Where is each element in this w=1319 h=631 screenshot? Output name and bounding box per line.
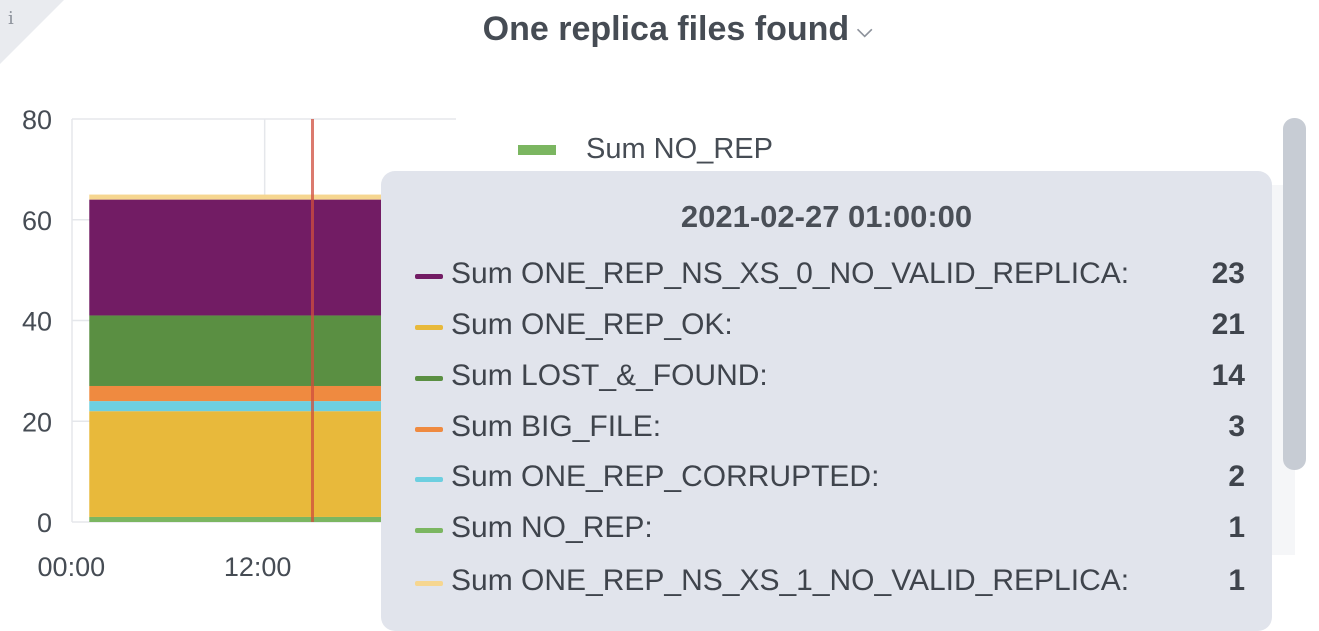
series-swatch [415, 477, 443, 482]
tooltip-row: Sum ONE_REP_CORRUPTED: 2 [415, 455, 1245, 505]
tooltip-row: Sum NO_REP: 1 [415, 506, 1245, 556]
stacked-bar-segment [89, 401, 409, 412]
y-tick-label: 80 [22, 105, 52, 135]
tooltip-series-name: Sum LOST_&_FOUND: [451, 359, 768, 392]
series-swatch [415, 581, 443, 586]
series-swatch [415, 274, 443, 279]
tooltip-row: Sum ONE_REP_OK: 21 [415, 303, 1245, 353]
tooltip-series-name: Sum ONE_REP_CORRUPTED: [451, 460, 880, 493]
legend-label: Sum NO_REP [586, 133, 773, 165]
series-swatch [415, 325, 443, 330]
series-swatch [415, 376, 443, 381]
stacked-bar-segment [89, 411, 409, 517]
x-tick-label: 12:00 [224, 552, 292, 582]
series-swatch [415, 528, 443, 533]
stacked-bar-segment [89, 516, 409, 522]
tooltip-series-value: 14 [1211, 359, 1245, 392]
tooltip-row: Sum BIG_FILE: 3 [415, 405, 1245, 455]
tooltip-series-name: Sum ONE_REP_OK: [451, 308, 733, 341]
tooltip-series-value: 2 [1228, 460, 1245, 493]
series-swatch [415, 427, 443, 432]
stacked-bar-segment [89, 315, 409, 386]
tooltip-series-name: Sum ONE_REP_NS_XS_1_NO_VALID_REPLICA: [451, 564, 1130, 597]
tooltip-row: Sum ONE_REP_NS_XS_1_NO_VALID_REPLICA: 1 [415, 559, 1245, 609]
chart-tooltip: 2021-02-27 01:00:00 Sum ONE_REP_NS_XS_0_… [381, 171, 1272, 631]
panel-title[interactable]: One replica files found ⌵ [0, 10, 1319, 49]
y-tick-label: 0 [37, 508, 52, 538]
tooltip-series-value: 23 [1211, 257, 1245, 290]
stacked-bar-segment [89, 199, 409, 316]
legend-swatch [518, 144, 556, 155]
tooltip-series-value: 1 [1228, 564, 1245, 597]
tooltip-series-value: 21 [1211, 308, 1245, 341]
panel-title-text: One replica files found [482, 10, 850, 48]
y-tick-label: 60 [22, 206, 52, 236]
tooltip-series-name: Sum BIG_FILE: [451, 410, 662, 443]
y-tick-label: 40 [22, 307, 52, 337]
x-tick-label: 00:00 [38, 552, 106, 582]
chevron-down-icon[interactable]: ⌵ [857, 20, 872, 43]
legend-item[interactable]: Sum NO_REP [518, 133, 773, 166]
stacked-bar-segment [89, 385, 409, 402]
tooltip-series-name: Sum NO_REP: [451, 511, 653, 544]
y-tick-label: 20 [22, 407, 52, 437]
legend-scrollbar[interactable] [1283, 118, 1306, 470]
tooltip-title: 2021-02-27 01:00:00 [680, 199, 973, 234]
tooltip-series-name: Sum ONE_REP_NS_XS_0_NO_VALID_REPLICA: [451, 257, 1130, 290]
tooltip-row: Sum ONE_REP_NS_XS_0_NO_VALID_REPLICA: 23 [415, 252, 1245, 302]
tooltip-series-value: 3 [1228, 410, 1245, 443]
tooltip-series-value: 1 [1228, 511, 1245, 544]
stacked-bar-segment [89, 194, 409, 200]
tooltip-row: Sum LOST_&_FOUND: 14 [415, 354, 1245, 404]
